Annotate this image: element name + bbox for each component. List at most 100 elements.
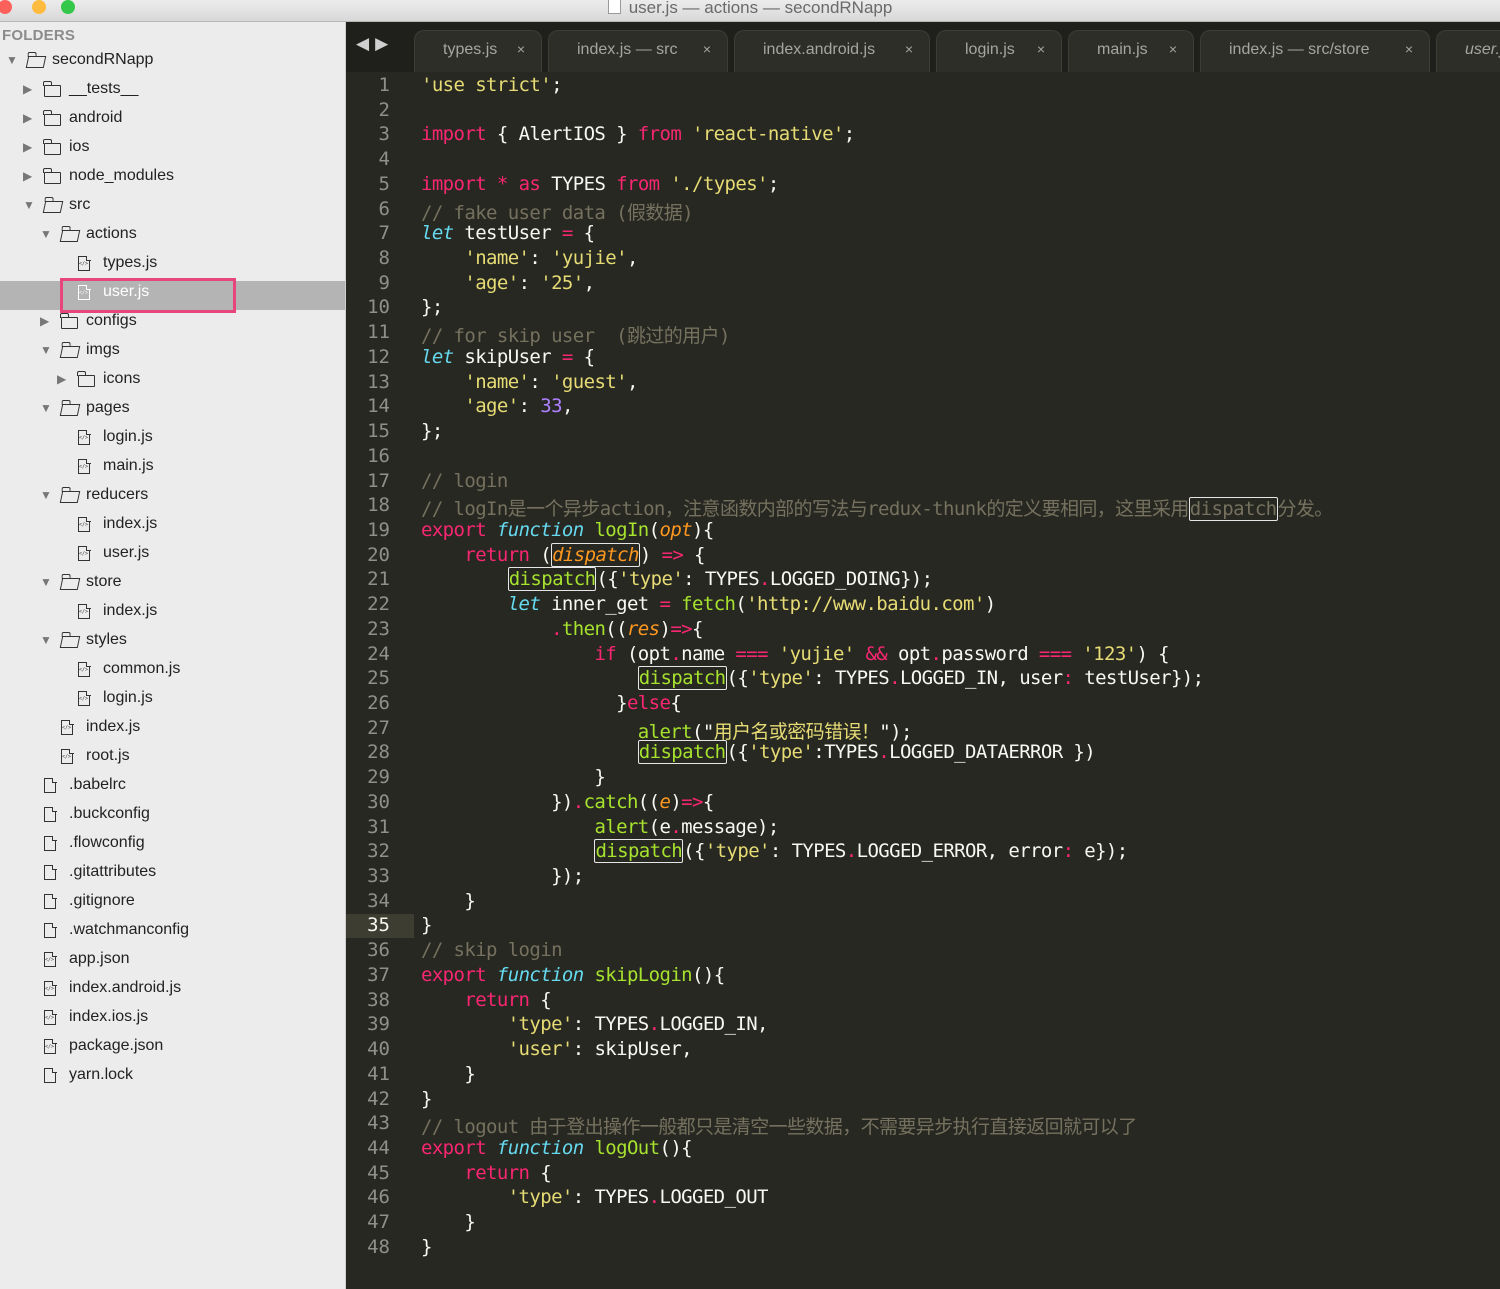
tree-item[interactable]: ▼ imgs: [0, 339, 345, 368]
tab-close-icon[interactable]: ×: [703, 41, 711, 57]
tree-item[interactable]: index.js: [0, 716, 345, 745]
tree-item[interactable]: package.json: [0, 1035, 345, 1064]
code-line: 'use strict';: [421, 74, 573, 96]
disclosure-down-icon[interactable]: ▼: [40, 401, 52, 415]
tree-item-label: store: [86, 573, 122, 590]
disclosure-down-icon[interactable]: ▼: [23, 198, 35, 212]
disclosure-right-icon[interactable]: ▶: [40, 314, 49, 328]
tab-close-icon[interactable]: ×: [1405, 41, 1413, 57]
code-token: dispatch: [507, 567, 597, 592]
tree-item[interactable]: app.json: [0, 948, 345, 977]
code-token: });: [421, 865, 584, 888]
tree-item[interactable]: types.js: [0, 252, 345, 281]
tree-item[interactable]: ▶ icons: [0, 368, 345, 397]
tree-item[interactable]: index.android.js: [0, 977, 345, 1006]
code-token: { AlertIOS }: [486, 123, 638, 146]
window-title: user.js — actions — secondRNapp: [0, 0, 1500, 18]
tree-item[interactable]: ▶ node_modules: [0, 165, 345, 194]
tree-item[interactable]: .babelrc: [0, 774, 345, 803]
tree-item[interactable]: login.js: [0, 687, 345, 716]
folder-open-icon: [42, 198, 64, 213]
tree-item[interactable]: index.js: [0, 513, 345, 542]
tree-item[interactable]: .gitignore: [0, 890, 345, 919]
code-token: ((: [637, 790, 660, 813]
tab-close-icon[interactable]: ×: [517, 41, 525, 57]
code-line: 'name': 'yujie',: [421, 247, 638, 269]
disclosure-right-icon[interactable]: ▶: [23, 140, 32, 154]
tree-item[interactable]: ▼ src: [0, 194, 345, 223]
disclosure-down-icon[interactable]: ▼: [40, 633, 52, 647]
tree-item[interactable]: root.js: [0, 745, 345, 774]
code-token: }: [421, 889, 476, 912]
editor-tab[interactable]: login.js ×: [936, 30, 1062, 72]
selection-highlight-box: [60, 278, 236, 313]
tree-item[interactable]: ▶ android: [0, 107, 345, 136]
disclosure-down-icon[interactable]: ▼: [6, 53, 18, 67]
editor-tab[interactable]: index.js — src/store ×: [1200, 30, 1430, 72]
editor-tab[interactable]: index.android.js ×: [734, 30, 930, 72]
tree-item[interactable]: yarn.lock: [0, 1064, 345, 1093]
code-line: };: [421, 296, 443, 318]
disclosure-down-icon[interactable]: ▼: [40, 575, 52, 589]
line-number: 35: [367, 914, 390, 937]
tree-item[interactable]: .flowconfig: [0, 832, 345, 861]
code-editor[interactable]: 1 2 3 4 5 6 7 8 9 10 11 12 13 14 15 16 17 18 19 20 21 22 23 24 2…: [346, 72, 1500, 1289]
disclosure-right-icon[interactable]: ▶: [23, 111, 32, 125]
tree-item[interactable]: ▶ __tests__: [0, 78, 345, 107]
tree-item[interactable]: ▼ store: [0, 571, 345, 600]
tree-item[interactable]: ▼ pages: [0, 397, 345, 426]
tree-item[interactable]: login.js: [0, 426, 345, 455]
code-token: : TYPES: [572, 1013, 649, 1036]
code-line: return (dispatch) => {: [421, 542, 705, 567]
tree-item[interactable]: .gitattributes: [0, 861, 345, 890]
line-number: 23: [367, 617, 390, 640]
line-number: 47: [367, 1211, 390, 1234]
disclosure-right-icon[interactable]: ▶: [23, 82, 32, 96]
editor-tab[interactable]: index.js — src ×: [548, 30, 728, 72]
code-token: 'type': [748, 741, 814, 764]
code-token: =: [561, 345, 573, 368]
tab-label: login.js: [965, 41, 1015, 58]
tree-item[interactable]: ▼ reducers: [0, 484, 345, 513]
disclosure-right-icon[interactable]: ▶: [57, 372, 66, 386]
editor-tab[interactable]: types.js ×: [414, 30, 542, 72]
tree-item[interactable]: common.js: [0, 658, 345, 687]
code-token: LOGGED_DATAERROR }): [889, 741, 1096, 764]
code-token: 'user': [507, 1038, 574, 1061]
tab-nav-forward-icon[interactable]: ▶: [375, 34, 394, 53]
tab-close-icon[interactable]: ×: [905, 41, 913, 57]
disclosure-down-icon[interactable]: ▼: [40, 343, 52, 357]
tree-item[interactable]: index.ios.js: [0, 1006, 345, 1035]
tree-item[interactable]: user.js: [0, 542, 345, 571]
tree-item[interactable]: ▼ styles: [0, 629, 345, 658]
tree-item[interactable]: ▼ secondRNapp: [0, 49, 345, 78]
tab-close-icon[interactable]: ×: [1037, 41, 1045, 57]
line-number: 48: [367, 1235, 390, 1258]
editor-tab[interactable]: user.js: [1436, 30, 1500, 72]
code-line: if (opt.name === 'yujie' && opt.password…: [421, 643, 1169, 665]
tab-nav-back-icon[interactable]: ◀: [356, 34, 375, 53]
disclosure-down-icon[interactable]: ▼: [40, 488, 52, 502]
tree-item[interactable]: main.js: [0, 455, 345, 484]
code-token: ===: [1038, 642, 1072, 665]
tab-close-icon[interactable]: ×: [1169, 41, 1177, 57]
tree-item[interactable]: ▶ ios: [0, 136, 345, 165]
tree-item[interactable]: .buckconfig: [0, 803, 345, 832]
code-token: // logIn是一个异步action，注意函数内部的写法与redux-thun…: [421, 498, 1189, 521]
disclosure-down-icon[interactable]: ▼: [40, 227, 52, 241]
code-token: .: [889, 667, 900, 690]
editor-tab[interactable]: main.js ×: [1068, 30, 1194, 72]
tree-item[interactable]: index.js: [0, 600, 345, 629]
code-token: export: [421, 518, 487, 541]
code-token: 'http://www.baidu.com': [746, 593, 985, 616]
tree-item[interactable]: .watchmanconfig: [0, 919, 345, 948]
tree-item[interactable]: ▶ configs: [0, 310, 345, 339]
code-token: ): [639, 543, 662, 566]
tree-item[interactable]: ▼ actions: [0, 223, 345, 252]
disclosure-right-icon[interactable]: ▶: [23, 169, 32, 183]
